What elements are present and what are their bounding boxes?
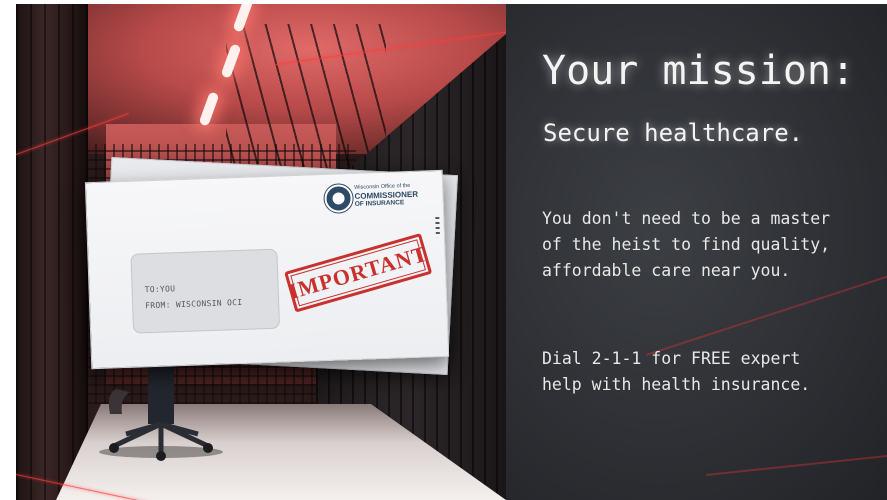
red-streak: [645, 273, 887, 356]
red-streak: [705, 453, 887, 476]
server-room-photo: Wisconsin Office of the COMMISSIONER OF …: [16, 4, 506, 500]
ceiling-lights: [166, 4, 256, 144]
address-window: TO:YOU FROM: WISCONSIN OCI: [130, 248, 281, 334]
from-line: FROM: WISCONSIN OCI: [145, 297, 243, 311]
paragraph-1-line-1: You don't need to be a master: [542, 209, 831, 228]
paragraph-2-line-2: help with health insurance.: [542, 375, 811, 394]
paragraph-1-line-2: of the heist to find quality,: [542, 235, 831, 254]
left-rack-vents: [16, 4, 88, 500]
headline: Your mission:: [542, 48, 856, 94]
left-border: [0, 0, 16, 500]
ad-banner: Wisconsin Office of the COMMISSIONER OF …: [0, 0, 887, 500]
postal-marks: [435, 216, 440, 238]
subheadline: Secure healthcare.: [543, 119, 804, 147]
logo-line-3: OF INSURANCE: [354, 199, 405, 208]
to-line: TO:YOU: [144, 284, 176, 295]
light-fixture: [232, 4, 254, 33]
light-fixture: [220, 43, 242, 79]
message-panel: Your mission: Secure healthcare. You don…: [506, 4, 887, 500]
light-fixture: [198, 91, 220, 127]
seal-icon: [324, 183, 354, 213]
oci-logo: Wisconsin Office of the COMMISSIONER OF …: [324, 179, 435, 215]
paragraph-2-line-1: Dial 2-1-1 for FREE expert: [542, 349, 801, 368]
envelope: Wisconsin Office of the COMMISSIONER OF …: [84, 169, 450, 370]
paragraph-1-line-3: affordable care near you.: [542, 261, 791, 280]
important-stamp: IMPORTANT: [284, 233, 433, 313]
